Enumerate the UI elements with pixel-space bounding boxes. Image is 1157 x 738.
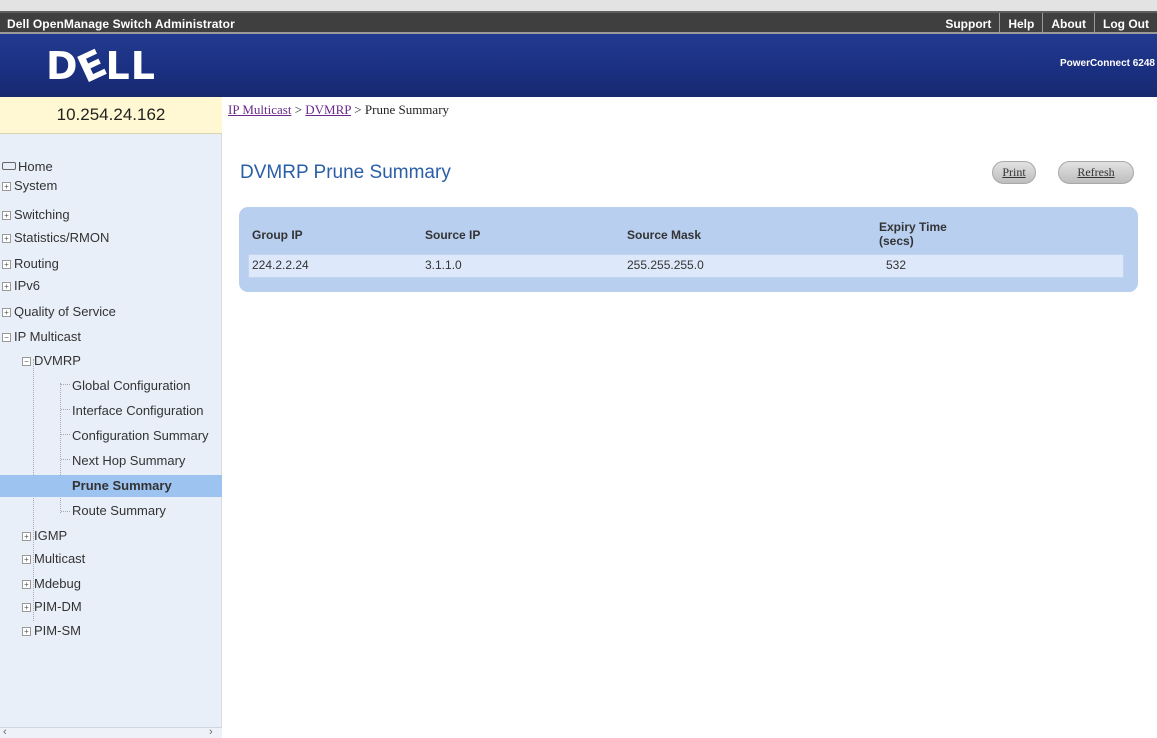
app-title: Dell OpenManage Switch Administrator xyxy=(7,17,235,31)
collapse-icon[interactable]: − xyxy=(2,333,11,342)
tree-line xyxy=(61,511,70,512)
collapse-icon[interactable]: − xyxy=(22,357,31,366)
nav-configuration-summary[interactable]: Configuration Summary xyxy=(72,425,222,447)
about-link[interactable]: About xyxy=(1042,13,1094,32)
expand-icon[interactable]: + xyxy=(2,282,11,291)
expand-icon[interactable]: + xyxy=(22,627,31,636)
cell-expiry-time: 532 xyxy=(886,258,907,272)
nav-label: Home xyxy=(18,159,53,174)
expand-icon[interactable]: + xyxy=(22,580,31,589)
nav-multicast[interactable]: + Multicast xyxy=(22,548,222,570)
switch-ip: 10.254.24.162 xyxy=(0,97,222,134)
nav-system[interactable]: + System xyxy=(0,175,222,197)
column-header-source-mask: Source Mask xyxy=(627,228,702,242)
nav-label: IP Multicast xyxy=(14,329,81,344)
top-links: Support Help About Log Out xyxy=(937,13,1157,32)
scroll-right-icon[interactable]: › xyxy=(209,726,213,738)
nav-global-configuration[interactable]: Global Configuration xyxy=(72,375,222,397)
expand-icon[interactable]: + xyxy=(22,532,31,541)
tree-line xyxy=(61,459,70,460)
nav-label: DVMRP xyxy=(34,353,81,368)
nav-label: IGMP xyxy=(34,528,68,543)
breadcrumb: IP Multicast > DVMRP > Prune Summary xyxy=(228,102,449,118)
product-name: PowerConnect 6248 xyxy=(1059,58,1155,69)
breadcrumb-current: Prune Summary xyxy=(364,102,450,117)
expiry-time-unit: (secs) xyxy=(879,234,914,248)
breadcrumb-dvmrp-link[interactable]: DVMRP xyxy=(305,102,351,117)
support-link[interactable]: Support xyxy=(937,13,999,32)
nav-label: IPv6 xyxy=(14,278,41,293)
breadcrumb-separator: > xyxy=(351,102,365,117)
home-icon xyxy=(2,162,16,170)
nav-label: Statistics/RMON xyxy=(14,230,110,245)
tree-line xyxy=(61,384,70,385)
nav-prune-summary[interactable]: Prune Summary xyxy=(0,475,222,497)
nav-route-summary[interactable]: Route Summary xyxy=(72,500,222,522)
page-title: DVMRP Prune Summary xyxy=(240,162,451,183)
nav-ipv6[interactable]: + IPv6 xyxy=(0,275,222,297)
nav-dvmrp[interactable]: − DVMRP xyxy=(22,350,222,372)
nav-label: Quality of Service xyxy=(14,304,116,319)
expand-icon[interactable]: + xyxy=(2,260,11,269)
help-link[interactable]: Help xyxy=(999,13,1042,32)
expand-icon[interactable]: + xyxy=(2,308,11,317)
scroll-left-icon[interactable]: ‹ xyxy=(3,726,7,738)
column-header-expiry-time: Expiry Time (secs) xyxy=(879,220,947,248)
nav-label: Switching xyxy=(14,207,70,222)
cell-group-ip: 224.2.2.24 xyxy=(252,258,309,272)
logout-link[interactable]: Log Out xyxy=(1094,13,1157,32)
nav-interface-configuration[interactable]: Interface Configuration xyxy=(72,400,222,422)
nav-igmp[interactable]: + IGMP xyxy=(22,525,222,547)
nav-ip-multicast[interactable]: − IP Multicast xyxy=(0,326,222,348)
expand-icon[interactable]: + xyxy=(2,182,11,191)
expand-icon[interactable]: + xyxy=(2,211,11,220)
breadcrumb-separator: > xyxy=(291,102,306,117)
nav-pim-dm[interactable]: + PIM-DM xyxy=(22,596,222,618)
nav-pim-sm[interactable]: + PIM-SM xyxy=(22,620,222,642)
refresh-button[interactable]: Refresh xyxy=(1058,161,1134,184)
nav-routing[interactable]: + Routing xyxy=(0,253,222,275)
nav-label: System xyxy=(14,178,58,193)
nav-next-hop-summary[interactable]: Next Hop Summary xyxy=(72,450,222,472)
column-header-source-ip: Source IP xyxy=(425,228,481,242)
nav-label: PIM-SM xyxy=(34,623,81,638)
expand-icon[interactable]: + xyxy=(22,603,31,612)
breadcrumb-ip-multicast-link[interactable]: IP Multicast xyxy=(228,102,291,117)
nav-mdebug[interactable]: + Mdebug xyxy=(22,573,222,595)
cell-source-mask: 255.255.255.0 xyxy=(627,258,704,272)
banner: DELL PowerConnect 6248 xyxy=(0,34,1157,97)
dell-logo: DELL xyxy=(46,40,156,92)
tree-line xyxy=(61,434,70,435)
nav-label: Mdebug xyxy=(34,576,81,591)
cell-source-ip: 3.1.1.0 xyxy=(425,258,462,272)
nav-label: PIM-DM xyxy=(34,599,82,614)
sidebar-horizontal-scrollbar[interactable]: ‹ › xyxy=(0,726,222,738)
tree-line xyxy=(61,409,70,410)
column-header-group-ip: Group IP xyxy=(252,228,303,242)
expand-icon[interactable]: + xyxy=(22,555,31,564)
nav-quality-of-service[interactable]: + Quality of Service xyxy=(0,301,222,323)
print-button[interactable]: Print xyxy=(992,161,1036,184)
sidebar: 10.254.24.162 Home + System + Switching + S… xyxy=(0,97,222,738)
prune-summary-table xyxy=(239,207,1138,292)
top-bar: Dell OpenManage Switch Administrator Sup… xyxy=(0,0,1157,34)
nav-label: Multicast xyxy=(34,551,86,566)
expand-icon[interactable]: + xyxy=(2,234,11,243)
expiry-time-label: Expiry Time xyxy=(879,220,947,234)
nav-statistics-rmon[interactable]: + Statistics/RMON xyxy=(0,227,222,249)
nav-switching[interactable]: + Switching xyxy=(0,204,222,226)
nav-label: Routing xyxy=(14,256,59,271)
